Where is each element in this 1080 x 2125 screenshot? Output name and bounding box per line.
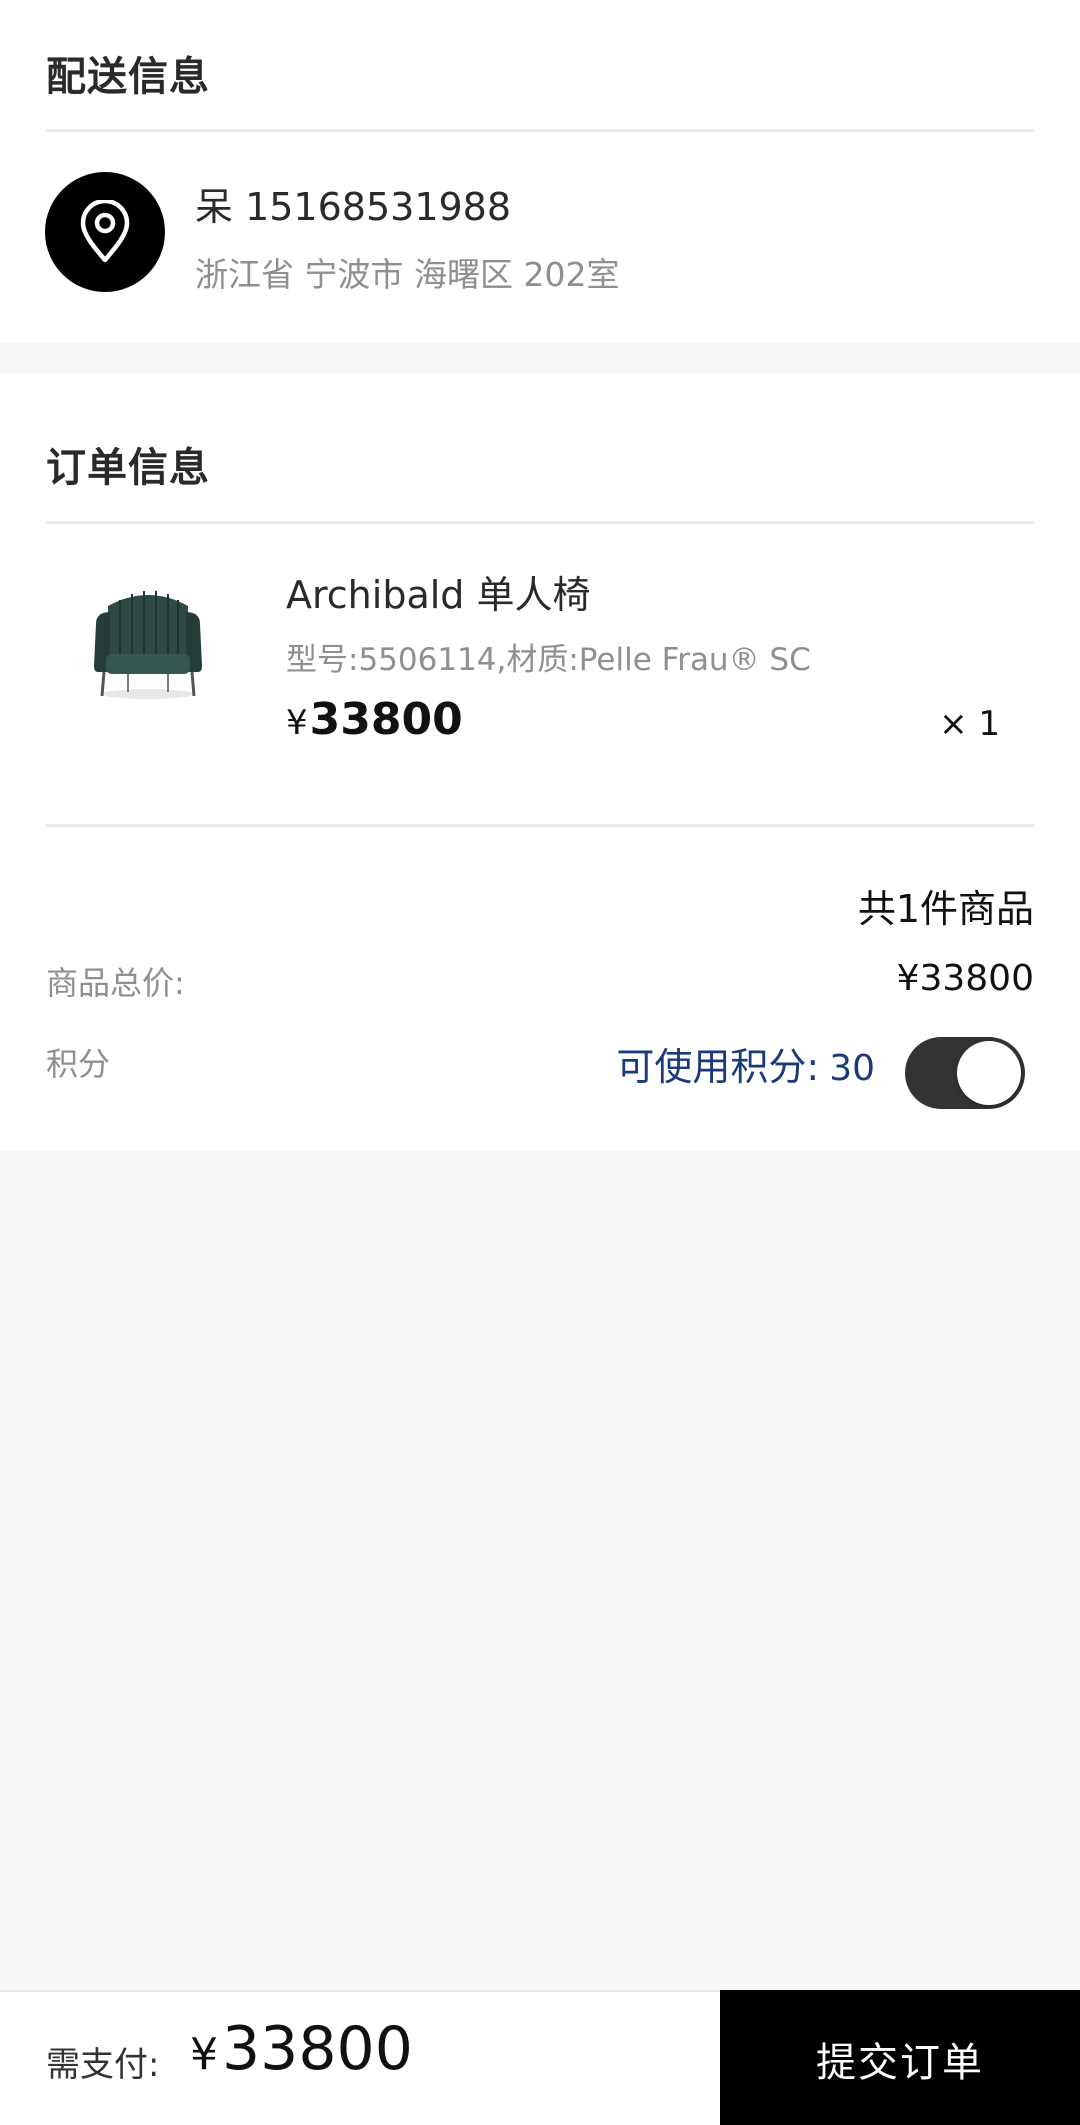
total-price-value: ¥33800 (896, 958, 1034, 999)
order-section: 订单信息 Archibald 单人椅 型号:5506114,材质:Pelle F… (0, 373, 1080, 1150)
product-price-value: 33800 (309, 694, 463, 745)
bottom-bar: 需支付: ¥33800 提交订单 (0, 1990, 1080, 2125)
submit-order-button[interactable]: 提交订单 (720, 1990, 1080, 2125)
currency-symbol: ¥ (190, 2029, 218, 2080)
product-item[interactable]: Archibald 单人椅 型号:5506114,材质:Pelle Frau® … (0, 524, 1080, 824)
points-toggle[interactable] (905, 1037, 1025, 1109)
checkout-page: 配送信息 呆 15168531988 浙江省 宁波市 海曙区 202室 订单信息 (0, 0, 1080, 2125)
order-title: 订单信息 (46, 445, 210, 491)
toggle-knob (957, 1041, 1021, 1105)
delivery-title: 配送信息 (46, 54, 210, 100)
product-price: ¥33800 (286, 694, 463, 745)
product-name: Archibald 单人椅 (286, 573, 591, 617)
points-label: 积分 (46, 1045, 111, 1083)
address-card[interactable]: 呆 15168531988 浙江省 宁波市 海曙区 202室 (0, 132, 1080, 322)
armchair-image (70, 554, 226, 728)
pay-label: 需支付: (46, 2045, 160, 2085)
currency-symbol: ¥ (286, 703, 308, 743)
product-quantity: × 1 (939, 704, 1000, 744)
points-available: 可使用积分: 30 (616, 1036, 875, 1091)
item-count: 共1件商品 (857, 887, 1034, 931)
pay-amount-value: 33800 (222, 2014, 413, 2084)
total-price-label: 商品总价: (46, 964, 185, 1002)
delivery-address: 浙江省 宁波市 海曙区 202室 (195, 255, 620, 294)
delivery-section: 配送信息 呆 15168531988 浙江省 宁波市 海曙区 202室 (0, 0, 1080, 343)
product-spec: 型号:5506114,材质:Pelle Frau® SC (286, 642, 811, 678)
divider (46, 824, 1034, 827)
points-available-label: 可使用积分: (616, 1045, 820, 1089)
points-available-value: 30 (829, 1048, 875, 1089)
contact-name-phone: 呆 15168531988 (195, 185, 512, 229)
map-pin-icon (45, 172, 165, 292)
pay-amount: ¥33800 (190, 2014, 413, 2084)
